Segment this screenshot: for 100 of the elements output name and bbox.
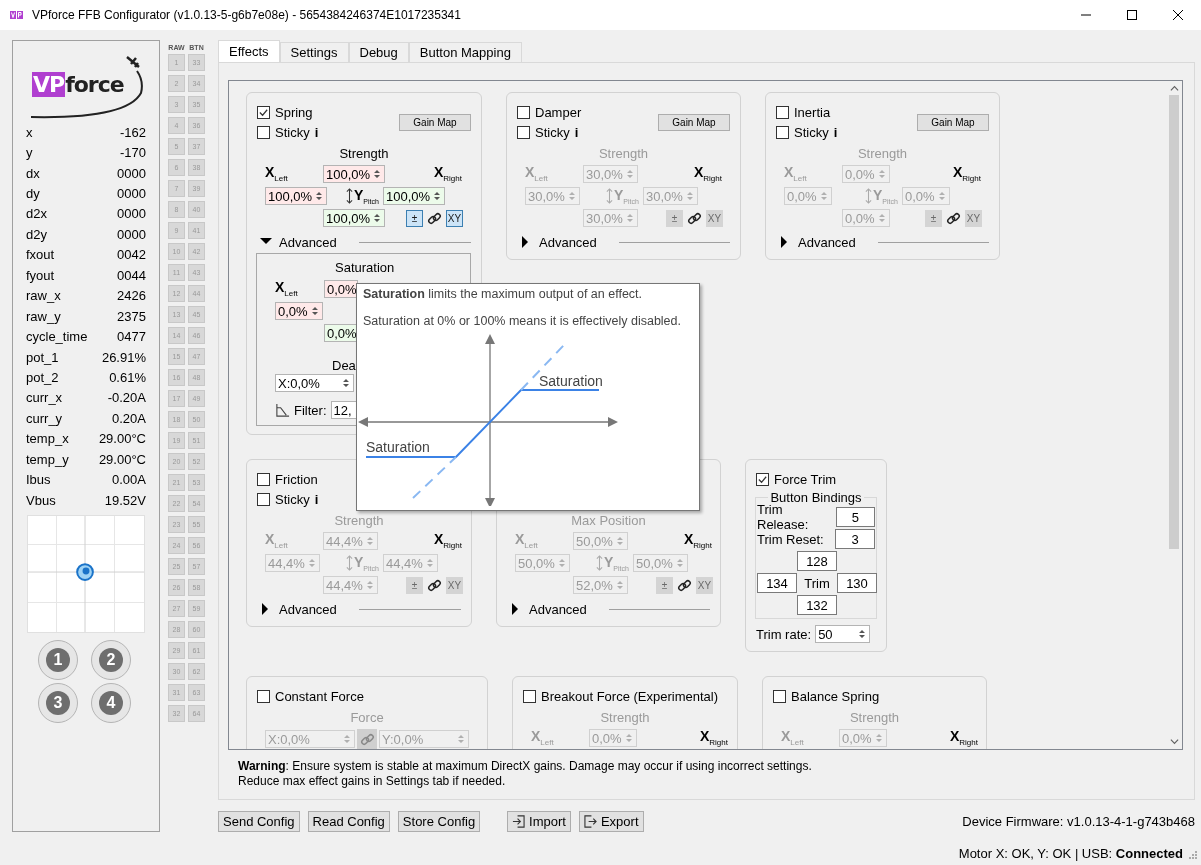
toggle-button[interactable]: XY — [446, 209, 463, 227]
close-icon[interactable] — [1173, 10, 1183, 20]
telemetry-value: 26.91% — [101, 349, 146, 365]
toggle-button[interactable]: ± — [925, 209, 942, 227]
checkbox-label[interactable]: Sticky — [275, 491, 310, 507]
checkbox-label[interactable]: Sticky — [535, 124, 570, 140]
checkbox[interactable] — [257, 125, 270, 139]
checkbox-label[interactable]: Sticky — [794, 124, 829, 140]
spin-arrows-icon[interactable] — [433, 190, 442, 202]
info-icon[interactable]: i — [314, 491, 319, 507]
link-icon[interactable] — [677, 577, 692, 593]
info-icon[interactable]: i — [574, 124, 579, 140]
advanced-toggle[interactable]: Advanced — [529, 601, 587, 617]
spin-arrows-icon[interactable] — [858, 628, 867, 640]
chevron-up-icon[interactable] — [1169, 84, 1179, 93]
advanced-toggle[interactable]: Advanced — [539, 234, 597, 250]
binding-field[interactable]: 134 — [757, 573, 797, 593]
checkbox-label[interactable]: Inertia — [794, 104, 831, 120]
checkbox[interactable] — [756, 472, 769, 486]
binding-field[interactable]: 128 — [797, 551, 837, 571]
advanced-toggle[interactable]: Advanced — [798, 234, 856, 250]
chevron-down-icon[interactable] — [1169, 737, 1179, 746]
checkbox[interactable] — [257, 492, 270, 506]
checkbox-label[interactable]: Force Trim — [774, 471, 837, 487]
checkbox[interactable] — [517, 125, 530, 139]
link-icon[interactable] — [687, 210, 702, 226]
config-button[interactable]: Send Config — [218, 811, 300, 832]
link-icon[interactable] — [427, 210, 442, 226]
config-button[interactable]: Store Config — [397, 811, 481, 832]
import-button[interactable]: Import — [507, 811, 571, 832]
spin-box[interactable]: 100,0% — [323, 209, 386, 227]
toggle-button[interactable]: XY — [446, 576, 463, 594]
spin-box[interactable]: 0,0% — [324, 280, 358, 298]
telemetry-value: -162 — [119, 124, 146, 140]
stick-button[interactable]: 2 — [91, 640, 131, 681]
toggle-button[interactable]: XY — [696, 576, 713, 594]
resize-grip-icon[interactable] — [1187, 848, 1197, 859]
checkbox-label[interactable]: Breakout Force (Experimental) — [541, 688, 718, 704]
checkbox-label[interactable]: Friction — [275, 471, 318, 487]
tab[interactable]: Debug — [348, 42, 409, 62]
binding-field[interactable]: 132 — [797, 595, 837, 615]
advanced-toggle[interactable]: Advanced — [279, 601, 337, 617]
stick-button[interactable]: 3 — [38, 683, 78, 724]
toggle-button[interactable]: ± — [656, 576, 673, 594]
tab[interactable]: Button Mapping — [408, 42, 522, 62]
gain-map-button[interactable]: Gain Map — [917, 113, 989, 131]
checkbox[interactable] — [773, 689, 786, 703]
checkbox-label[interactable]: Spring — [275, 104, 313, 120]
spin-arrows-icon[interactable] — [310, 305, 319, 317]
checkbox-label[interactable]: Balance Spring — [791, 688, 880, 704]
checkbox[interactable] — [257, 689, 270, 703]
tab[interactable]: Settings — [279, 42, 349, 62]
config-button[interactable]: Read Config — [307, 811, 390, 832]
gain-map-button[interactable]: Gain Map — [658, 113, 730, 131]
spin-arrows-icon[interactable] — [315, 190, 324, 202]
telemetry-label: x — [26, 124, 33, 140]
link-icon[interactable] — [427, 577, 442, 593]
spin-arrows-icon[interactable] — [342, 377, 350, 389]
binding-field[interactable]: 130 — [837, 573, 877, 593]
checkbox[interactable] — [257, 105, 270, 119]
checkbox[interactable] — [776, 105, 789, 119]
export-button[interactable]: Export — [578, 811, 644, 832]
spin-box[interactable]: 50 — [815, 625, 871, 643]
advanced-toggle[interactable]: Advanced — [279, 234, 337, 250]
axis-label: Y$_{Pitch}$ — [354, 187, 379, 205]
axis-label: X$_{Right}$ — [683, 532, 712, 550]
spin-box[interactable]: 0,0% — [275, 302, 323, 320]
link-icon[interactable] — [946, 210, 961, 226]
binding-field[interactable]: 3 — [835, 529, 875, 549]
telemetry-label: d2x — [26, 206, 47, 222]
toggle-button[interactable]: XY — [706, 209, 723, 227]
spin-box[interactable]: 100,0% — [265, 187, 328, 205]
stick-button[interactable]: 1 — [38, 640, 78, 681]
spin-arrows-icon[interactable] — [373, 168, 382, 180]
maximize-icon[interactable] — [1127, 10, 1137, 20]
binding-field[interactable]: 5 — [835, 507, 875, 527]
toggle-button[interactable]: ± — [406, 576, 423, 594]
gain-map-button[interactable]: Gain Map — [399, 113, 471, 131]
checkbox-label[interactable]: Damper — [535, 104, 582, 120]
telemetry-label: fyout — [26, 267, 55, 283]
checkbox[interactable] — [517, 105, 530, 119]
spin-box[interactable]: 100,0% — [383, 187, 446, 205]
toggle-button[interactable]: ± — [406, 209, 423, 227]
spin-box[interactable]: X:0,0% — [275, 374, 354, 392]
checkbox[interactable] — [523, 689, 536, 703]
telemetry-label: pot_1 — [26, 349, 59, 365]
spin-arrows-icon[interactable] — [373, 212, 382, 224]
info-icon[interactable]: i — [314, 124, 319, 140]
section-label: Strength — [333, 512, 385, 530]
spin-box[interactable]: 100,0% — [323, 165, 386, 183]
toggle-button[interactable]: XY — [965, 209, 982, 227]
checkbox[interactable] — [257, 472, 270, 486]
checkbox[interactable] — [776, 125, 789, 139]
tab[interactable]: Effects — [218, 40, 280, 62]
info-icon[interactable]: i — [833, 124, 838, 140]
stick-button[interactable]: 4 — [91, 683, 131, 724]
checkbox-label[interactable]: Constant Force — [275, 688, 364, 704]
spin-box[interactable]: 0,0% — [324, 324, 358, 342]
toggle-button[interactable]: ± — [666, 209, 683, 227]
checkbox-label[interactable]: Sticky — [275, 124, 310, 140]
